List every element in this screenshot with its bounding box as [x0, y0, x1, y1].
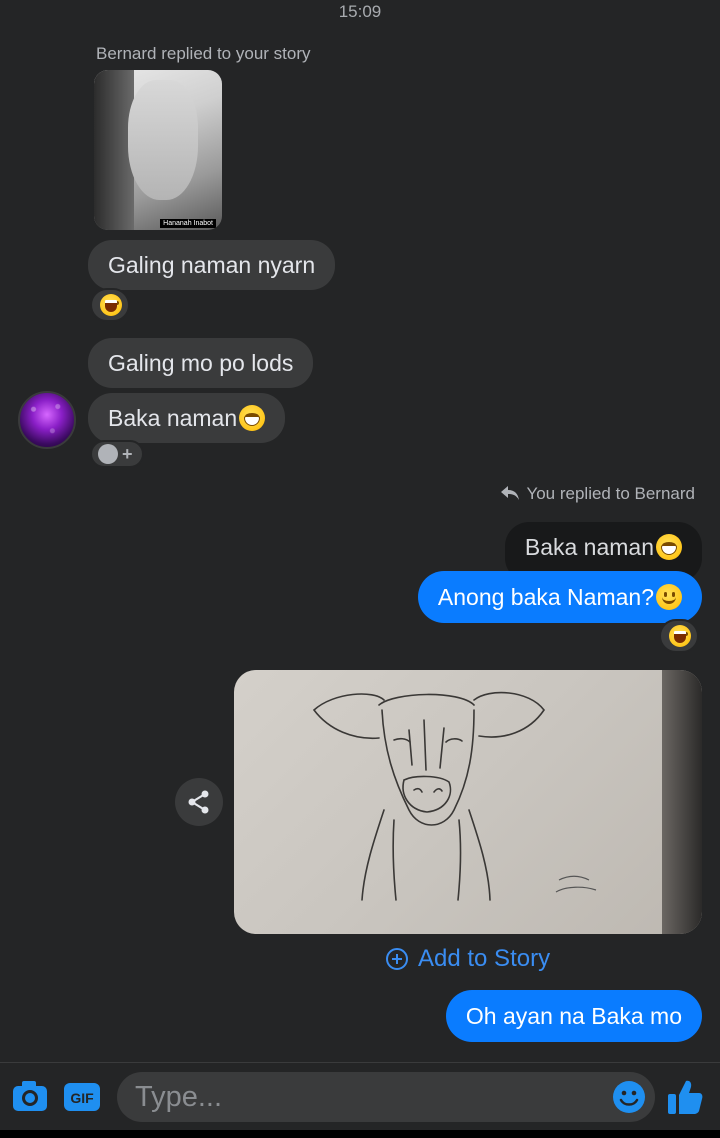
cow-sketch-drawing [312, 691, 597, 901]
laugh-emoji-icon [669, 625, 691, 647]
reply-icon [501, 486, 520, 500]
smiley-icon [98, 444, 118, 464]
add-to-story-button[interactable]: Add to Story [386, 945, 550, 973]
message-out-2[interactable]: Oh ayan na Baka mo [445, 990, 702, 1042]
grin-emoji-icon [239, 405, 266, 431]
message-input[interactable]: Type... [117, 1072, 655, 1122]
laugh-emoji-icon [100, 294, 122, 316]
system-nav-bar [0, 1130, 720, 1138]
message-text: Baka naman [108, 405, 238, 431]
message-in-2[interactable]: Galing mo po lods [88, 338, 314, 388]
add-reaction-button[interactable]: + [90, 440, 144, 468]
add-to-story-label: Add to Story [418, 945, 551, 972]
you-replied-text: You replied to Bernard [526, 484, 695, 503]
emoji-icon [613, 1081, 645, 1113]
gif-icon: GIF [64, 1083, 100, 1111]
reaction-badge[interactable] [90, 288, 130, 322]
story-image-face [128, 80, 198, 200]
story-caption: Hananah Inabot [160, 219, 216, 228]
story-thumbnail[interactable]: Hananah Inabot [94, 70, 222, 230]
message-text: Oh ayan na Baka mo [465, 1003, 682, 1029]
message-in-1[interactable]: Galing naman nyarn [88, 240, 336, 290]
add-circle-icon [386, 948, 408, 970]
story-reply-label: Bernard replied to your story [96, 44, 311, 63]
sent-photo[interactable] [234, 670, 702, 934]
share-button[interactable] [175, 778, 223, 826]
reaction-badge[interactable] [659, 619, 699, 653]
grin-emoji-icon [656, 534, 682, 560]
you-replied-label: You replied to Bernard [500, 484, 695, 504]
like-icon [668, 1080, 703, 1114]
avatar[interactable] [18, 391, 76, 449]
message-text: Galing naman nyarn [108, 252, 316, 278]
message-out-1[interactable]: Anong baka Naman? [417, 571, 702, 623]
camera-icon [13, 1081, 47, 1111]
photo-background-edge [662, 670, 702, 934]
plus-icon: + [122, 444, 133, 464]
message-in-3[interactable]: Baka naman [88, 393, 286, 443]
quoted-text: Baka naman [524, 534, 654, 560]
message-input-placeholder: Type... [135, 1081, 223, 1113]
camera-button[interactable] [12, 1080, 48, 1117]
message-text: Galing mo po lods [108, 350, 294, 376]
timestamp: 15:09 [338, 2, 382, 21]
gif-button[interactable]: GIF [64, 1081, 100, 1118]
svg-text:GIF: GIF [70, 1090, 94, 1106]
smile-emoji-icon [656, 584, 682, 610]
emoji-button[interactable] [612, 1080, 646, 1119]
message-text: Anong baka Naman? [437, 584, 654, 610]
like-button[interactable] [666, 1078, 704, 1121]
share-icon [188, 790, 209, 814]
